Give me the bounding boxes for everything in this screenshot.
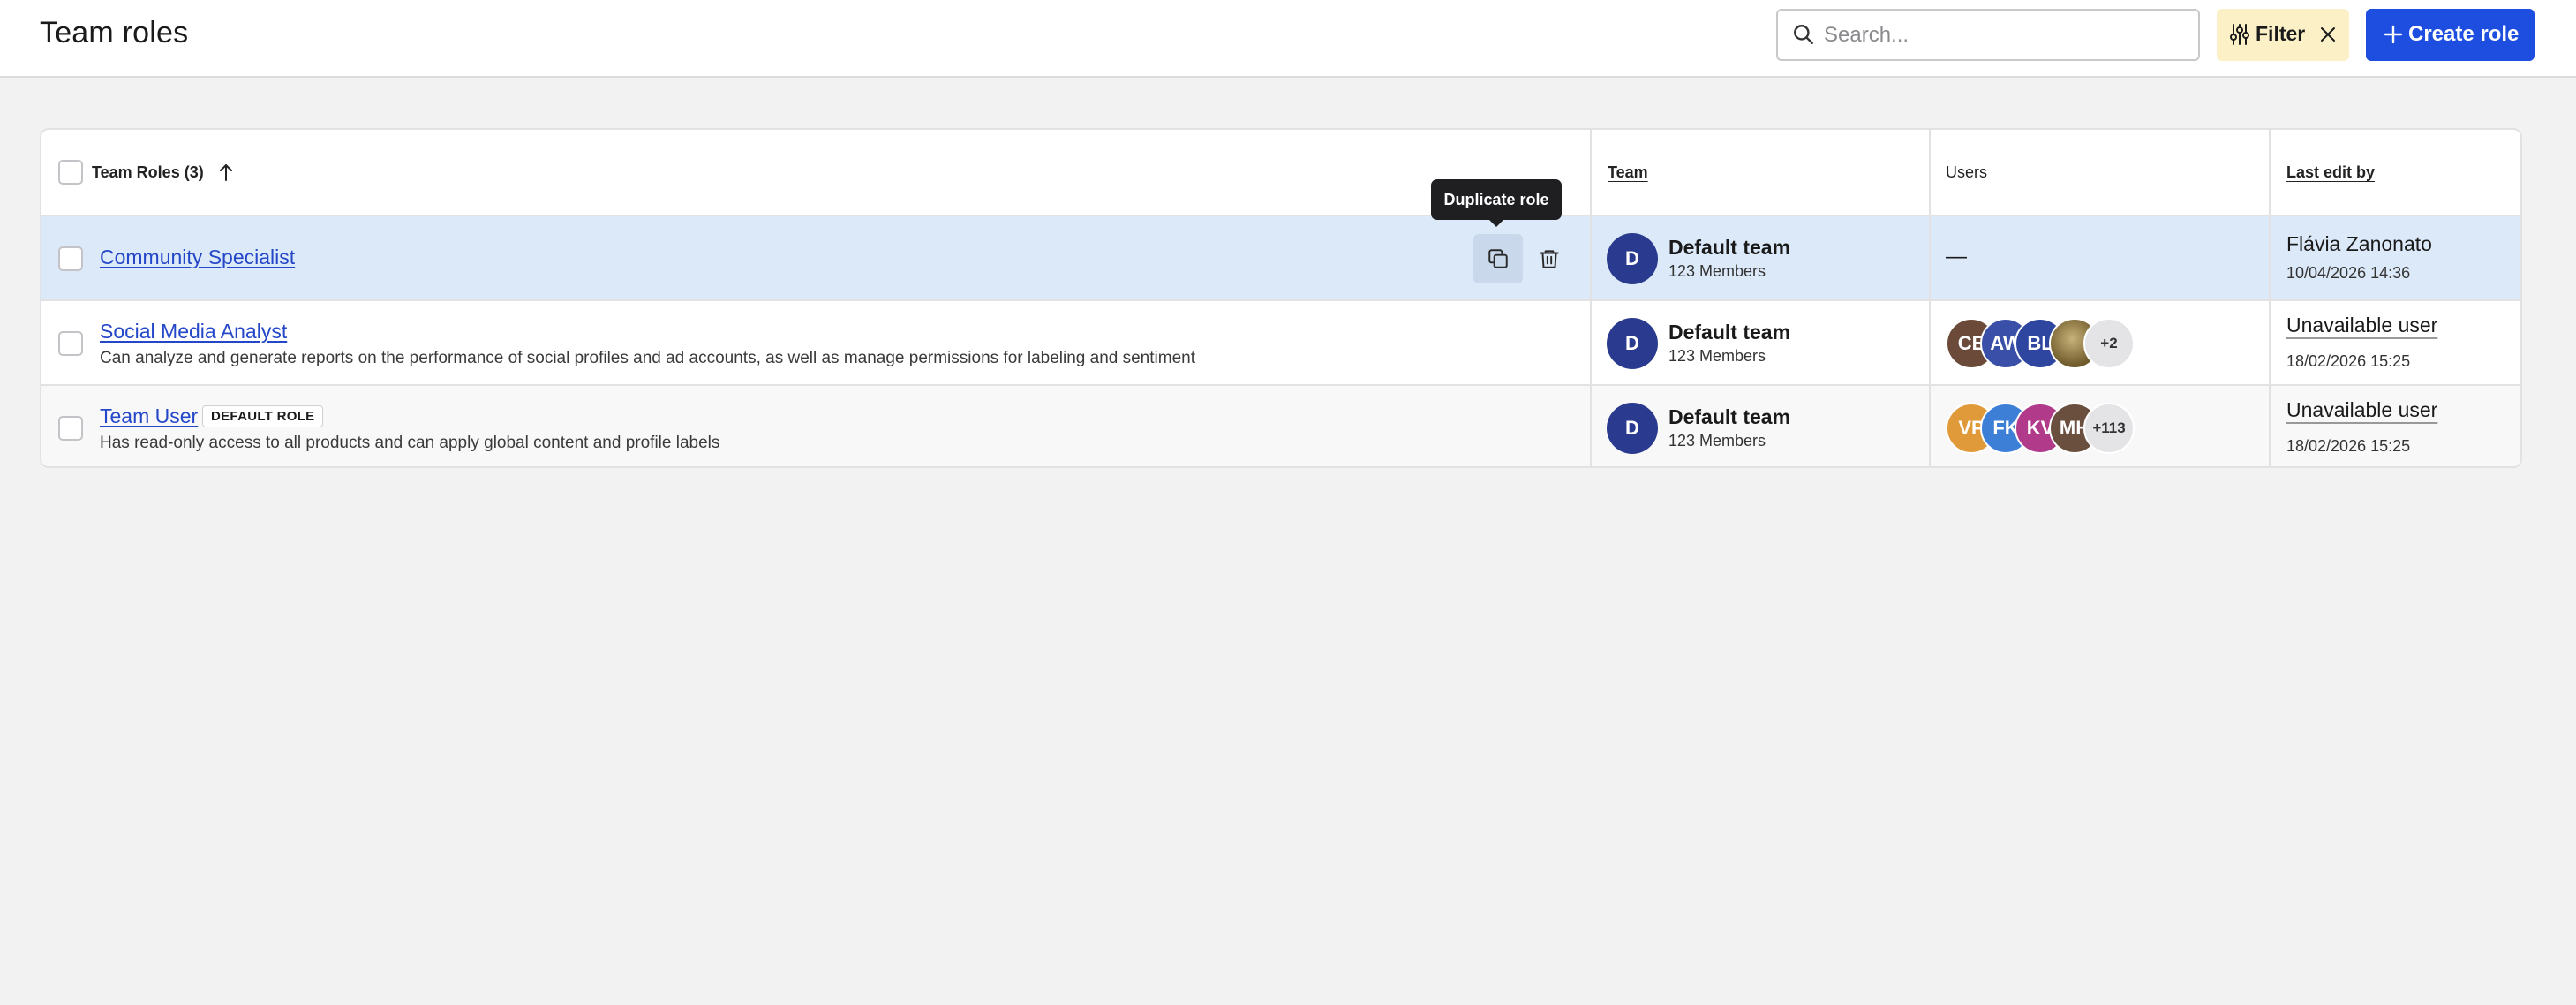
last-editor: Flávia Zanonato: [2286, 232, 2432, 255]
row-checkbox[interactable]: [58, 416, 83, 441]
last-editor: Unavailable user: [2286, 398, 2438, 421]
delete-role-button[interactable]: [1525, 234, 1574, 283]
column-header-last-edit[interactable]: Last edit by: [2286, 163, 2375, 182]
team-members: 123 Members: [1668, 347, 1766, 365]
column-header-users: Users: [1946, 163, 1988, 181]
column-header-team[interactable]: Team: [1608, 163, 1648, 182]
team-members: 123 Members: [1668, 262, 1766, 280]
sort-arrow-up-icon[interactable]: [217, 162, 235, 182]
role-name-link[interactable]: Social Media Analyst: [100, 320, 287, 344]
row-checkbox[interactable]: [58, 331, 83, 356]
create-role-label: Create role: [2408, 22, 2520, 46]
column-divider: [1590, 130, 1592, 466]
roles-table: Team Roles (3) Team Users Last edit by C…: [40, 128, 2522, 468]
table-row[interactable]: Social Media Analyst Can analyze and gen…: [41, 301, 2520, 386]
more-users-badge: +2: [2083, 318, 2135, 369]
close-icon[interactable]: [2317, 24, 2339, 45]
users-empty: —: [1946, 245, 1967, 268]
default-role-badge: DEFAULT ROLE: [202, 405, 324, 427]
plus-icon: [2384, 25, 2403, 44]
column-header-roles[interactable]: Team Roles (3): [92, 163, 204, 182]
duplicate-role-tooltip: Duplicate role: [1431, 179, 1562, 227]
search-icon: [1794, 25, 1813, 44]
top-bar: Team roles Filter Create role: [0, 0, 2576, 78]
team-name: Default team: [1668, 321, 1791, 344]
team-name: Default team: [1668, 405, 1791, 428]
column-divider: [2269, 130, 2271, 466]
column-divider: [1929, 130, 1931, 466]
role-description: Has read-only access to all products and…: [100, 434, 720, 452]
search-input[interactable]: [1824, 18, 2186, 53]
table-header: Team Roles (3) Team Users Last edit by: [41, 130, 2520, 216]
table-row[interactable]: Community Specialist D Default team 123 …: [41, 216, 2520, 301]
filter-button[interactable]: Filter: [2217, 9, 2349, 61]
filter-label: Filter: [2256, 22, 2306, 45]
duplicate-role-button[interactable]: [1473, 234, 1523, 283]
row-checkbox[interactable]: [58, 246, 83, 271]
page-title: Team roles: [40, 16, 189, 49]
search-box[interactable]: [1776, 9, 2200, 61]
role-name-link[interactable]: Team User: [100, 404, 198, 428]
team-avatar: D: [1607, 403, 1658, 454]
team-avatar: D: [1607, 318, 1658, 369]
duplicate-icon: [1488, 249, 1508, 268]
role-description: Can analyze and generate reports on the …: [100, 349, 1195, 367]
last-edit-date: 18/02/2026 15:25: [2286, 352, 2411, 370]
role-name-link[interactable]: Community Specialist: [100, 246, 295, 269]
select-all-checkbox[interactable]: [58, 160, 83, 185]
trash-icon: [1540, 250, 1559, 268]
more-users-badge: +113: [2083, 403, 2135, 454]
filter-sliders-icon: [2230, 24, 2249, 45]
last-edit-date: 10/04/2026 14:36: [2286, 264, 2411, 282]
table-row[interactable]: Team User DEFAULT ROLE Has read-only acc…: [41, 386, 2520, 466]
last-editor: Unavailable user: [2286, 314, 2438, 336]
team-avatar: D: [1607, 233, 1658, 284]
last-edit-date: 18/02/2026 15:25: [2286, 437, 2411, 455]
team-members: 123 Members: [1668, 432, 1766, 450]
team-name: Default team: [1668, 236, 1791, 259]
create-role-button[interactable]: Create role: [2366, 9, 2535, 61]
